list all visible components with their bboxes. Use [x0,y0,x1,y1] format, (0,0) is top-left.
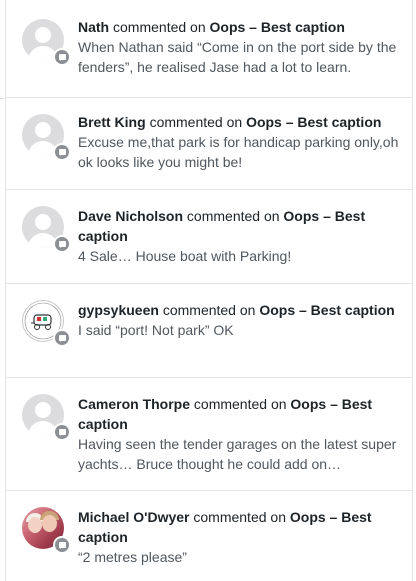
comment-item: Cameron Thorpe commented on Oops – Best … [6,378,412,491]
comment-verb: commented on [149,114,243,130]
comment-item: Nath commented on Oops – Best caption Wh… [6,0,412,98]
avatar[interactable] [22,507,74,559]
comment-excerpt[interactable]: “2 metres please” [78,547,406,567]
comment-author[interactable]: Brett King [78,114,146,130]
comment-item: Dave Nicholson commented on Oops – Best … [6,190,412,284]
comment-excerpt[interactable]: Having seen the tender garages on the la… [78,434,406,474]
comment-post-link[interactable]: Oops – Best caption [210,19,345,35]
comment-bubble-icon [53,536,71,554]
comment-post-link[interactable]: Oops – Best caption [259,302,394,318]
comment-excerpt[interactable]: When Nathan said “Come in on the port si… [78,37,406,77]
avatar[interactable] [22,300,74,352]
comment-item: Brett King commented on Oops – Best capt… [6,98,412,190]
comment-bubble-icon [53,48,71,66]
comment-author[interactable]: Michael O'Dwyer [78,509,189,525]
comment-excerpt[interactable]: Excuse me,that park is for handicap park… [78,132,406,172]
comment-verb: commented on [162,302,256,318]
comment-excerpt[interactable]: 4 Sale… House boat with Parking! [78,246,406,266]
comment-author[interactable]: Nath [78,19,109,35]
comment-bubble-icon [53,143,71,161]
comment-item: gypsykueen commented on Oops – Best capt… [6,284,412,378]
avatar[interactable] [22,394,74,446]
comment-verb: commented on [193,509,286,525]
comment-verb: commented on [186,208,280,224]
comment-verb: commented on [193,396,287,412]
comment-verb: commented on [113,19,206,35]
comment-bubble-icon [53,423,71,441]
comment-post-link[interactable]: Oops – Best caption [246,114,381,130]
recent-comments-panel: Nath commented on Oops – Best caption Wh… [5,0,413,581]
comment-bubble-icon [53,329,71,347]
comment-excerpt[interactable]: I said “port! Not park” OK [78,320,406,340]
comment-author[interactable]: Cameron Thorpe [78,396,190,412]
avatar[interactable] [22,114,74,166]
comment-bubble-icon [53,235,71,253]
comment-author[interactable]: Dave Nicholson [78,208,183,224]
comment-item: Michael O'Dwyer commented on Oops – Best… [6,491,412,581]
comment-author[interactable]: gypsykueen [78,302,159,318]
avatar[interactable] [22,206,74,258]
avatar[interactable] [22,19,74,71]
